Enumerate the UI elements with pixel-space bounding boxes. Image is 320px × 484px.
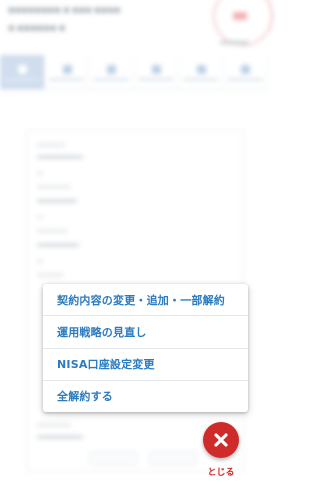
menu-item-change-contract[interactable]: 契約内容の変更・追加・一部解約 [43,284,248,317]
close-button[interactable] [203,422,239,458]
menu-item-review-strategy[interactable]: 運用戦略の見直し [43,316,248,349]
close-label: とじる [207,468,235,478]
menu-item-full-cancel[interactable]: 全解約する [43,381,248,412]
close-icon [214,433,228,447]
menu-item-nisa-settings[interactable]: NISA口座設定変更 [43,349,248,381]
action-menu: 契約内容の変更・追加・一部解約 運用戦略の見直し NISA口座設定変更 全解約す… [43,284,248,412]
